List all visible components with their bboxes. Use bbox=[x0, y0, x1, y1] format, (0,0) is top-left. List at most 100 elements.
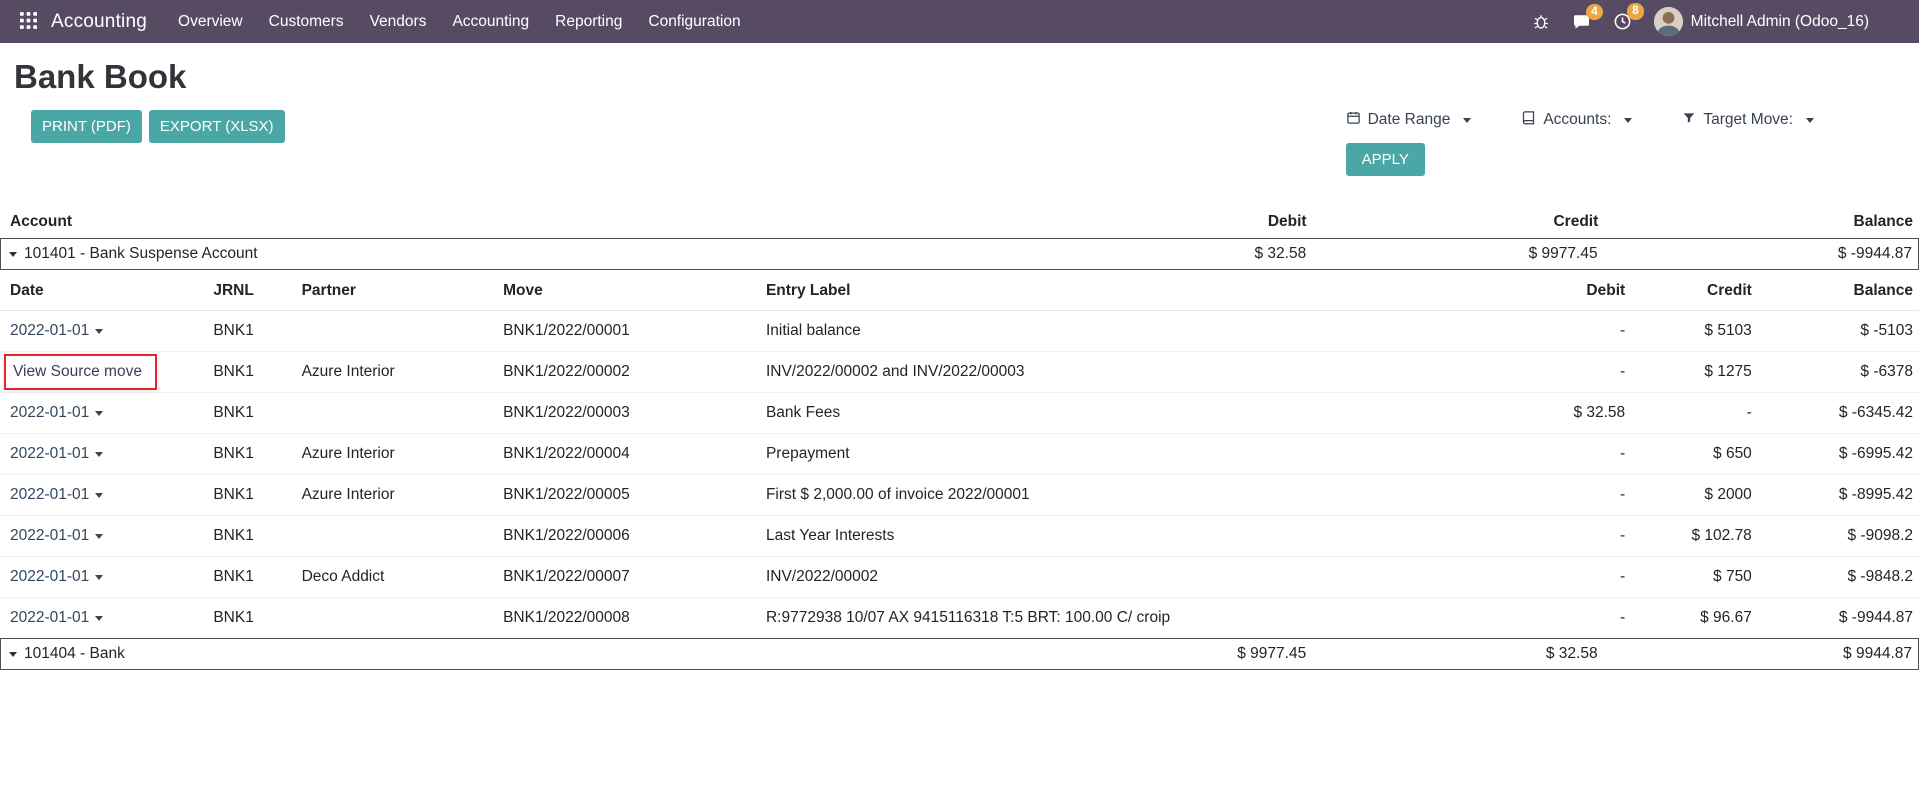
line-jrnl: BNK1 bbox=[205, 352, 293, 393]
line-debit: - bbox=[1508, 311, 1631, 352]
line-jrnl: BNK1 bbox=[205, 434, 293, 475]
line-move: BNK1/2022/00004 bbox=[495, 434, 758, 475]
table-row: 2022-01-01 BNK1 Azure Interior BNK1/2022… bbox=[0, 475, 1919, 516]
collapse-caret-icon[interactable] bbox=[9, 652, 17, 657]
date-dropdown-toggle[interactable]: 2022-01-01 bbox=[10, 404, 103, 422]
accounts-dropdown[interactable]: Accounts: bbox=[1521, 110, 1632, 130]
jrnl-header: JRNL bbox=[205, 272, 293, 311]
account-group-balance: $ -9944.87 bbox=[1604, 245, 1918, 263]
line-debit: - bbox=[1508, 516, 1631, 557]
line-credit: $ 750 bbox=[1631, 557, 1758, 598]
user-menu[interactable]: Mitchell Admin (Odoo_16) bbox=[1654, 7, 1869, 36]
debug-bug-icon[interactable] bbox=[1532, 13, 1550, 31]
date-dropdown-toggle[interactable]: 2022-01-01 bbox=[10, 609, 103, 627]
line-label: INV/2022/00002 and INV/2022/00003 bbox=[758, 352, 1508, 393]
menu-configuration[interactable]: Configuration bbox=[635, 4, 753, 40]
line-debit: - bbox=[1508, 352, 1631, 393]
menu-reporting[interactable]: Reporting bbox=[542, 4, 635, 40]
menu-accounting[interactable]: Accounting bbox=[439, 4, 542, 40]
chevron-down-icon bbox=[95, 329, 103, 334]
table-row: 2022-01-01 BNK1 BNK1/2022/00008 R:977293… bbox=[0, 598, 1919, 639]
date-dropdown-toggle[interactable]: 2022-01-01 bbox=[10, 486, 103, 504]
line-label: First $ 2,000.00 of invoice 2022/00001 bbox=[758, 475, 1508, 516]
account-group-credit: $ 9977.45 bbox=[1312, 245, 1603, 263]
menu-vendors[interactable]: Vendors bbox=[357, 4, 440, 40]
collapse-caret-icon[interactable] bbox=[9, 252, 17, 257]
line-label: R:9772938 10/07 AX 9415116318 T:5 BRT: 1… bbox=[758, 598, 1508, 639]
controls-row: PRINT (PDF) EXPORT (XLSX) Date Range Acc… bbox=[0, 108, 1919, 176]
line-date-cell: 2022-01-01 bbox=[0, 311, 205, 352]
export-xlsx-button[interactable]: EXPORT (XLSX) bbox=[149, 110, 285, 143]
line-credit: $ 102.78 bbox=[1631, 516, 1758, 557]
top-navigation: Overview Customers Vendors Accounting Re… bbox=[165, 4, 754, 40]
date-dropdown-toggle[interactable]: 2022-01-01 bbox=[10, 322, 103, 340]
systray: 4 8 Mitchell Admin (Odoo_16) bbox=[1532, 7, 1869, 36]
line-label: INV/2022/00002 bbox=[758, 557, 1508, 598]
book-icon bbox=[1521, 110, 1536, 130]
line-move: BNK1/2022/00008 bbox=[495, 598, 758, 639]
date-range-dropdown[interactable]: Date Range bbox=[1346, 110, 1472, 130]
balance-header: Balance bbox=[1758, 272, 1919, 311]
view-source-move-menuitem[interactable]: View Source move bbox=[4, 354, 157, 390]
activities-clock-icon[interactable]: 8 bbox=[1613, 12, 1632, 31]
account-header-row: Account Debit Credit Balance bbox=[0, 206, 1919, 238]
line-label: Initial balance bbox=[758, 311, 1508, 352]
line-credit: $ 2000 bbox=[1631, 475, 1758, 516]
line-partner: Deco Addict bbox=[294, 557, 495, 598]
line-credit: $ 1275 bbox=[1631, 352, 1758, 393]
date-dropdown-toggle[interactable]: 2022-01-01 bbox=[10, 445, 103, 463]
chevron-down-icon bbox=[95, 534, 103, 539]
line-balance: $ -6995.42 bbox=[1758, 434, 1919, 475]
lines-header-row: Date JRNL Partner Move Entry Label Debit… bbox=[0, 272, 1919, 311]
line-balance: $ -8995.42 bbox=[1758, 475, 1919, 516]
line-balance: $ -5103 bbox=[1758, 311, 1919, 352]
line-debit: - bbox=[1508, 557, 1631, 598]
account-group-row-top[interactable]: 101401 - Bank Suspense Account $ 32.58 $… bbox=[0, 238, 1919, 270]
line-label: Bank Fees bbox=[758, 393, 1508, 434]
chevron-down-icon bbox=[95, 411, 103, 416]
line-balance: $ -6378 bbox=[1758, 352, 1919, 393]
messages-icon[interactable]: 4 bbox=[1572, 13, 1591, 31]
account-group-row-bottom[interactable]: 101404 - Bank $ 9977.45 $ 32.58 $ 9944.8… bbox=[0, 638, 1919, 670]
chevron-down-icon bbox=[1806, 118, 1814, 123]
line-date-cell: 2022-01-01 bbox=[0, 557, 205, 598]
line-partner: Azure Interior bbox=[294, 475, 495, 516]
chevron-down-icon bbox=[95, 452, 103, 457]
menu-customers[interactable]: Customers bbox=[256, 4, 357, 40]
chevron-down-icon bbox=[1463, 118, 1471, 123]
screen: Accounting Overview Customers Vendors Ac… bbox=[0, 0, 1919, 800]
line-partner bbox=[294, 598, 495, 639]
line-debit: - bbox=[1508, 598, 1631, 639]
line-move: BNK1/2022/00003 bbox=[495, 393, 758, 434]
date-dropdown-toggle[interactable]: 2022-01-01 bbox=[10, 527, 103, 545]
entry-label-header: Entry Label bbox=[758, 272, 1508, 311]
target-move-dropdown[interactable]: Target Move: bbox=[1682, 110, 1814, 130]
line-jrnl: BNK1 bbox=[205, 475, 293, 516]
line-jrnl: BNK1 bbox=[205, 393, 293, 434]
apply-button[interactable]: APPLY bbox=[1346, 143, 1425, 176]
apps-menu-button[interactable] bbox=[16, 8, 41, 36]
account-group-name: 101404 - Bank bbox=[24, 645, 125, 663]
line-partner: Azure Interior bbox=[294, 434, 495, 475]
credit-header: Credit bbox=[1631, 272, 1758, 311]
chevron-down-icon bbox=[95, 493, 103, 498]
table-row: View Source move BNK1 Azure Interior BNK… bbox=[0, 352, 1919, 393]
menu-overview[interactable]: Overview bbox=[165, 4, 256, 40]
line-debit: $ 32.58 bbox=[1508, 393, 1631, 434]
line-partner bbox=[294, 393, 495, 434]
date-dropdown-toggle[interactable]: 2022-01-01 bbox=[10, 568, 103, 586]
line-date-cell: View Source move bbox=[0, 352, 205, 393]
line-move: BNK1/2022/00006 bbox=[495, 516, 758, 557]
line-date-cell: 2022-01-01 bbox=[0, 434, 205, 475]
line-partner bbox=[294, 516, 495, 557]
journal-lines-table: Date JRNL Partner Move Entry Label Debit… bbox=[0, 272, 1919, 638]
line-credit: $ 650 bbox=[1631, 434, 1758, 475]
print-pdf-button[interactable]: PRINT (PDF) bbox=[31, 110, 142, 143]
balance-column-header: Balance bbox=[1604, 213, 1919, 231]
date-range-label: Date Range bbox=[1368, 111, 1451, 129]
line-label: Prepayment bbox=[758, 434, 1508, 475]
table-row: 2022-01-01 BNK1 BNK1/2022/00003 Bank Fee… bbox=[0, 393, 1919, 434]
line-balance: $ -9848.2 bbox=[1758, 557, 1919, 598]
calendar-icon bbox=[1346, 110, 1361, 130]
app-name[interactable]: Accounting bbox=[51, 11, 147, 33]
